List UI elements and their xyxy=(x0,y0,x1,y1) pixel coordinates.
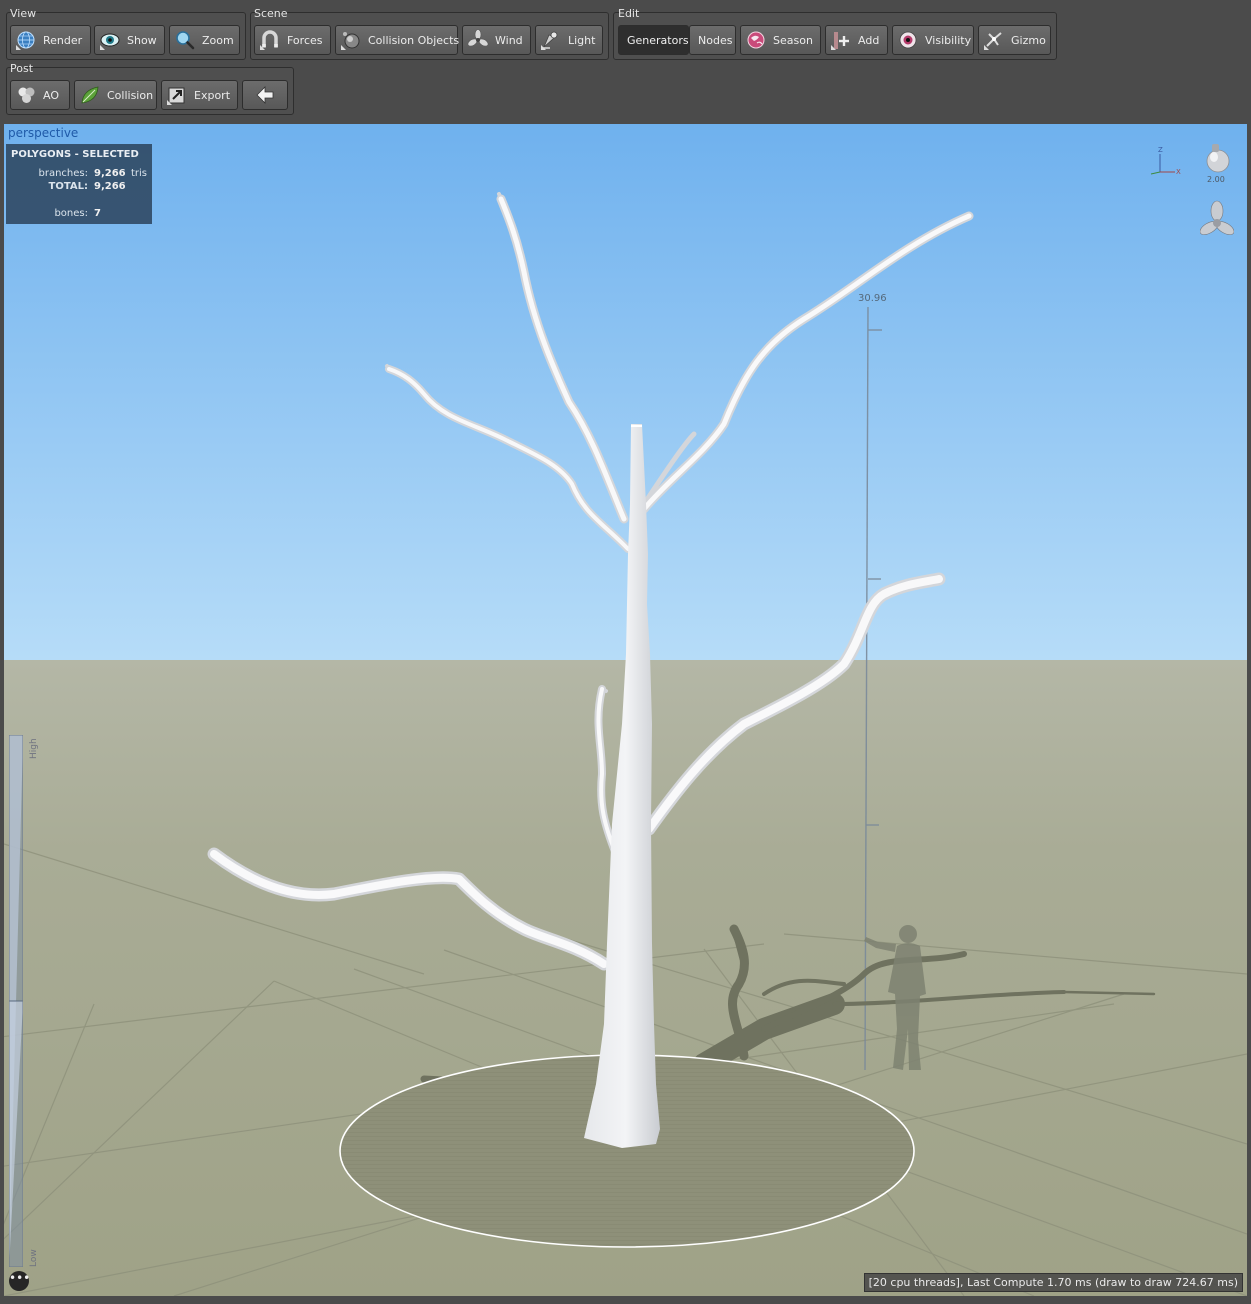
stats-header: POLYGONS - SELECTED xyxy=(11,149,139,160)
season-button[interactable]: Season xyxy=(740,25,821,55)
leaf-icon xyxy=(79,84,101,106)
season-icon xyxy=(745,29,767,51)
sphere-icon xyxy=(340,29,362,51)
tab-nodes-label: Nodes xyxy=(698,33,733,47)
tab-nodes[interactable]: Nodes xyxy=(689,25,736,55)
light-button[interactable]: Light xyxy=(535,25,603,55)
wind-button-label: Wind xyxy=(495,33,523,47)
gizmo-icon xyxy=(983,29,1005,51)
eye-icon xyxy=(99,29,121,51)
sky xyxy=(4,124,1247,660)
export-icon xyxy=(166,84,188,106)
gizmo-button-label: Gizmo xyxy=(1011,33,1046,47)
edit-group-title: Edit xyxy=(618,7,640,20)
lod-low-label: Low xyxy=(29,1249,39,1267)
scene-group-title: Scene xyxy=(254,7,288,20)
forces-button[interactable]: Forces xyxy=(254,25,331,55)
wind-button[interactable]: Wind xyxy=(462,25,531,55)
axis-indicator: Z X xyxy=(1147,146,1183,178)
light-button-label: Light xyxy=(568,33,596,47)
collision-button[interactable]: Collision xyxy=(74,80,157,110)
export-button-label: Export xyxy=(194,88,231,102)
3d-viewport[interactable]: perspective POLYGONS - SELECTED branches… xyxy=(4,124,1247,1296)
ao-button-label: AO xyxy=(43,88,59,102)
export-button[interactable]: Export xyxy=(161,80,238,110)
forces-button-label: Forces xyxy=(287,33,323,47)
add-icon xyxy=(830,29,852,51)
height-scale-label: 30.96 xyxy=(858,293,887,304)
more-options-button[interactable]: ••• xyxy=(9,1271,30,1291)
post-group-title: Post xyxy=(10,62,34,75)
collision-objects-button[interactable]: Collision Objects xyxy=(335,25,460,55)
scene-canvas[interactable] xyxy=(4,124,1247,1296)
view-group-title: View xyxy=(10,7,37,20)
camera-mode-label[interactable]: perspective xyxy=(8,126,78,140)
magnet-icon xyxy=(259,29,281,51)
stats-total-label: TOTAL: xyxy=(48,181,88,192)
stats-branches-value: 9,266 xyxy=(94,168,126,179)
zoom-button[interactable]: Zoom xyxy=(169,25,240,55)
lod-high-label: High xyxy=(29,738,39,759)
polygon-stats-panel: POLYGONS - SELECTED branches: 9,266 tris… xyxy=(6,144,152,224)
show-button-label: Show xyxy=(127,33,157,47)
zoom-button-label: Zoom xyxy=(202,33,234,47)
visibility-button[interactable]: Visibility xyxy=(892,25,974,55)
stats-branches-label: branches: xyxy=(38,168,89,179)
visibility-eye-icon xyxy=(897,29,919,51)
tab-generators[interactable]: Generators xyxy=(618,25,689,55)
status-bar: [20 cpu threads], Last Compute 1.70 ms (… xyxy=(863,1273,1243,1292)
visibility-button-label: Visibility xyxy=(925,33,972,47)
ao-icon xyxy=(15,84,37,106)
collision-objects-button-label: Collision Objects xyxy=(368,33,460,47)
magnifier-icon xyxy=(174,29,196,51)
back-button[interactable] xyxy=(242,80,288,110)
lod-slider-track xyxy=(8,734,24,1268)
axis-x-label: X xyxy=(1176,168,1181,176)
lod-slider[interactable]: High Low xyxy=(8,734,39,1268)
wind-fan-icon xyxy=(1199,200,1235,235)
show-button[interactable]: Show xyxy=(94,25,165,55)
collision-button-label: Collision xyxy=(107,88,154,102)
app-window: View Render Show Zoom Scene Forces Colli… xyxy=(0,0,1251,1304)
season-button-label: Season xyxy=(773,33,813,47)
globe-icon xyxy=(15,29,37,51)
light-bulb-icon xyxy=(1206,144,1230,173)
render-button[interactable]: Render xyxy=(10,25,91,55)
stats-bones-label: bones: xyxy=(54,208,88,219)
add-button-label: Add xyxy=(858,33,880,47)
stats-total-value: 9,266 xyxy=(94,181,126,192)
stats-bones-value: 7 xyxy=(94,208,101,219)
render-button-label: Render xyxy=(43,33,83,47)
fan-icon xyxy=(467,29,489,51)
lamp-icon xyxy=(540,29,562,51)
stats-branches-unit: tris xyxy=(131,168,148,179)
back-arrow-icon xyxy=(254,84,276,106)
gizmo-button[interactable]: Gizmo xyxy=(978,25,1051,55)
tab-generators-label: Generators xyxy=(627,33,689,47)
wind-gizmo[interactable] xyxy=(1199,200,1235,246)
light-intensity-value: 2.00 xyxy=(1207,175,1225,184)
light-gizmo[interactable]: 2.00 xyxy=(1202,142,1234,186)
add-button[interactable]: Add xyxy=(825,25,888,55)
ao-button[interactable]: AO xyxy=(10,80,70,110)
axis-z-label: Z xyxy=(1158,146,1163,154)
